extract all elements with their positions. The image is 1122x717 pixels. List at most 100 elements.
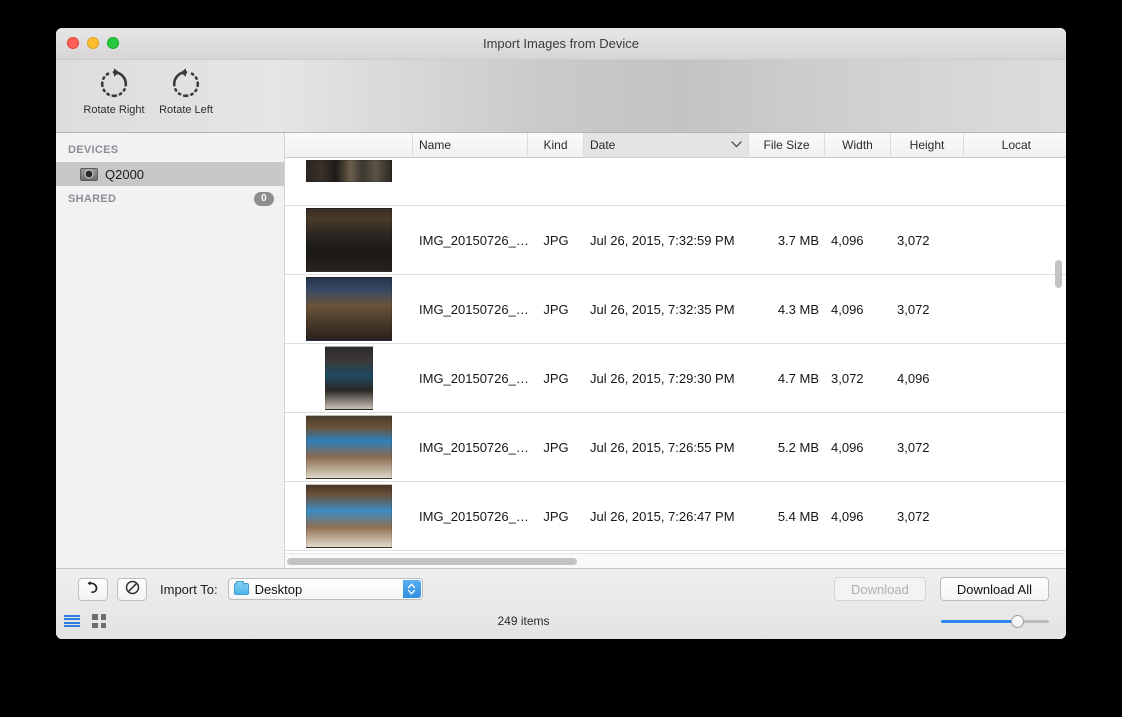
- list-view-icon[interactable]: [64, 615, 80, 627]
- photo-thumbnail: [325, 346, 373, 410]
- import-images-window: Import Images from Device Rotate Right R…: [56, 28, 1066, 639]
- file-browser: Name Kind Date File Size Width Height Lo…: [285, 133, 1066, 568]
- horizontal-scrollbar-thumb[interactable]: [287, 558, 577, 565]
- horizontal-scrollbar[interactable]: [285, 553, 1066, 568]
- row-thumbnail-cell: [285, 208, 413, 272]
- title-bar: Import Images from Device: [56, 28, 1066, 60]
- row-thumbnail-cell: [285, 484, 413, 548]
- cell-size: 4.7 MB: [777, 370, 819, 386]
- sidebar-item-q2000[interactable]: Q2000: [56, 162, 284, 186]
- rotate-left-label: Rotate Left: [159, 104, 213, 116]
- view-toggle-group: [64, 614, 106, 628]
- cell-name: IMG_20150726_…: [419, 232, 528, 248]
- photo-thumbnail: [306, 277, 392, 341]
- cell-date: Jul 26, 2015, 7:32:35 PM: [590, 301, 735, 317]
- file-list[interactable]: IMG_20150726_… JPG Jul 26, 2015, 7:32:59 P…: [285, 158, 1066, 553]
- slider-fill: [941, 619, 1017, 623]
- table-row[interactable]: [285, 158, 1066, 206]
- cell-name: IMG_20150726_…: [419, 439, 528, 455]
- toolbar: Rotate Right Rotate Left: [56, 60, 1066, 133]
- column-header-date[interactable]: Date: [584, 133, 749, 157]
- shared-count-badge: 0: [254, 192, 274, 206]
- cell-height: 3,072: [897, 301, 930, 317]
- column-header-file-size[interactable]: File Size: [749, 133, 825, 157]
- cell-height: 3,072: [897, 508, 930, 524]
- cell-kind: JPG: [543, 370, 569, 386]
- grid-view-icon[interactable]: [92, 614, 106, 628]
- import-to-dropdown[interactable]: Desktop: [227, 578, 423, 600]
- cell-size: 5.4 MB: [777, 508, 819, 524]
- file-list-rows: IMG_20150726_… JPG Jul 26, 2015, 7:32:59 P…: [285, 158, 1066, 553]
- chevron-down-icon: [731, 140, 742, 150]
- shared-header-label: SHARED: [68, 193, 117, 205]
- table-row[interactable]: IMG_20150726_… JPG Jul 26, 2015, 7:26:47 P…: [285, 482, 1066, 551]
- row-thumbnail-cell: [285, 346, 413, 410]
- rotate-right-icon: [97, 65, 131, 103]
- column-header-thumbnail[interactable]: [285, 133, 413, 157]
- cell-height: 3,072: [897, 439, 930, 455]
- download-button[interactable]: Download: [834, 577, 926, 601]
- slider-thumb[interactable]: [1010, 614, 1024, 628]
- column-header-height[interactable]: Height: [891, 133, 964, 157]
- cell-width: 4,096: [831, 439, 864, 455]
- bottom-bar: Import To: Desktop Download Download All: [56, 568, 1066, 639]
- cell-width: 3,072: [831, 370, 864, 386]
- column-header-location[interactable]: Locat: [964, 133, 1037, 157]
- column-header-kind[interactable]: Kind: [528, 133, 584, 157]
- column-header-location-label: Locat: [1001, 138, 1031, 152]
- sidebar-item-label: Q2000: [105, 166, 145, 182]
- column-header-height-label: Height: [909, 138, 945, 152]
- vertical-scrollbar-thumb[interactable]: [1055, 260, 1062, 288]
- bottom-bar-primary-row: Import To: Desktop Download Download All: [56, 575, 1066, 603]
- rotate-right-label: Rotate Right: [83, 104, 145, 116]
- photo-thumbnail: [306, 484, 392, 548]
- window-title: Import Images from Device: [482, 36, 640, 51]
- column-header-width[interactable]: Width: [825, 133, 891, 157]
- import-to-label: Import To:: [160, 581, 218, 597]
- bottom-bar-secondary-row: 249 items: [56, 607, 1066, 635]
- table-row[interactable]: IMG_20150726_… JPG Jul 26, 2015, 7:32:35 P…: [285, 275, 1066, 344]
- photo-thumbnail: [306, 415, 392, 479]
- import-to-value: Desktop: [254, 581, 303, 597]
- sidebar: DEVICES Q2000 SHARED 0: [56, 133, 285, 568]
- chevron-updown-icon[interactable]: [402, 580, 421, 598]
- cell-kind: JPG: [543, 232, 569, 248]
- cell-kind: JPG: [543, 508, 569, 524]
- no-entry-icon: [125, 580, 140, 598]
- row-thumbnail-cell: [285, 160, 413, 182]
- cell-date: Jul 26, 2015, 7:26:47 PM: [590, 508, 735, 524]
- table-row[interactable]: IMG_20150726_… JPG Jul 26, 2015, 7:32:59 P…: [285, 206, 1066, 275]
- cell-date: Jul 26, 2015, 7:29:30 PM: [590, 370, 735, 386]
- column-header-file-size-label: File Size: [763, 138, 810, 152]
- rotate-right-button[interactable]: Rotate Right: [78, 65, 150, 116]
- table-row[interactable]: IMG_20150726_… JPG Jul 26, 2015, 7:26:55 P…: [285, 413, 1066, 482]
- cell-name: IMG_20150726_…: [419, 301, 528, 317]
- cell-height: 4,096: [897, 370, 930, 386]
- rotate-left-button[interactable]: Rotate Left: [150, 65, 222, 116]
- cell-name: IMG_20150726_…: [419, 508, 528, 524]
- camera-icon: [80, 167, 98, 181]
- photo-thumbnail: [306, 160, 392, 182]
- cell-date: Jul 26, 2015, 7:32:59 PM: [590, 232, 735, 248]
- window-body: DEVICES Q2000 SHARED 0 Name Kind Date Fi…: [56, 133, 1066, 568]
- cell-height: 3,072: [897, 232, 930, 248]
- column-header-kind-label: Kind: [543, 138, 568, 152]
- sidebar-section-shared-header: SHARED 0: [56, 186, 284, 212]
- delete-button[interactable]: [117, 577, 147, 601]
- thumbnail-size-slider[interactable]: [941, 614, 1049, 628]
- column-header-date-label: Date: [590, 138, 616, 152]
- cell-width: 4,096: [831, 301, 864, 317]
- row-thumbnail-cell: [285, 277, 413, 341]
- item-count-label: 249 items: [497, 614, 550, 628]
- photo-thumbnail: [306, 208, 392, 272]
- vertical-scrollbar[interactable]: [1053, 160, 1064, 551]
- row-thumbnail-cell: [285, 415, 413, 479]
- table-row[interactable]: IMG_20150726_… JPG Jul 26, 2015, 7:29:30 P…: [285, 344, 1066, 413]
- cell-date: Jul 26, 2015, 7:26:55 PM: [590, 439, 735, 455]
- cell-size: 3.7 MB: [777, 232, 819, 248]
- rotate-selection-button[interactable]: [78, 577, 108, 601]
- cell-name: IMG_20150726_…: [419, 370, 528, 386]
- cell-kind: JPG: [543, 439, 569, 455]
- download-all-button[interactable]: Download All: [939, 577, 1049, 601]
- column-header-name[interactable]: Name: [413, 133, 528, 157]
